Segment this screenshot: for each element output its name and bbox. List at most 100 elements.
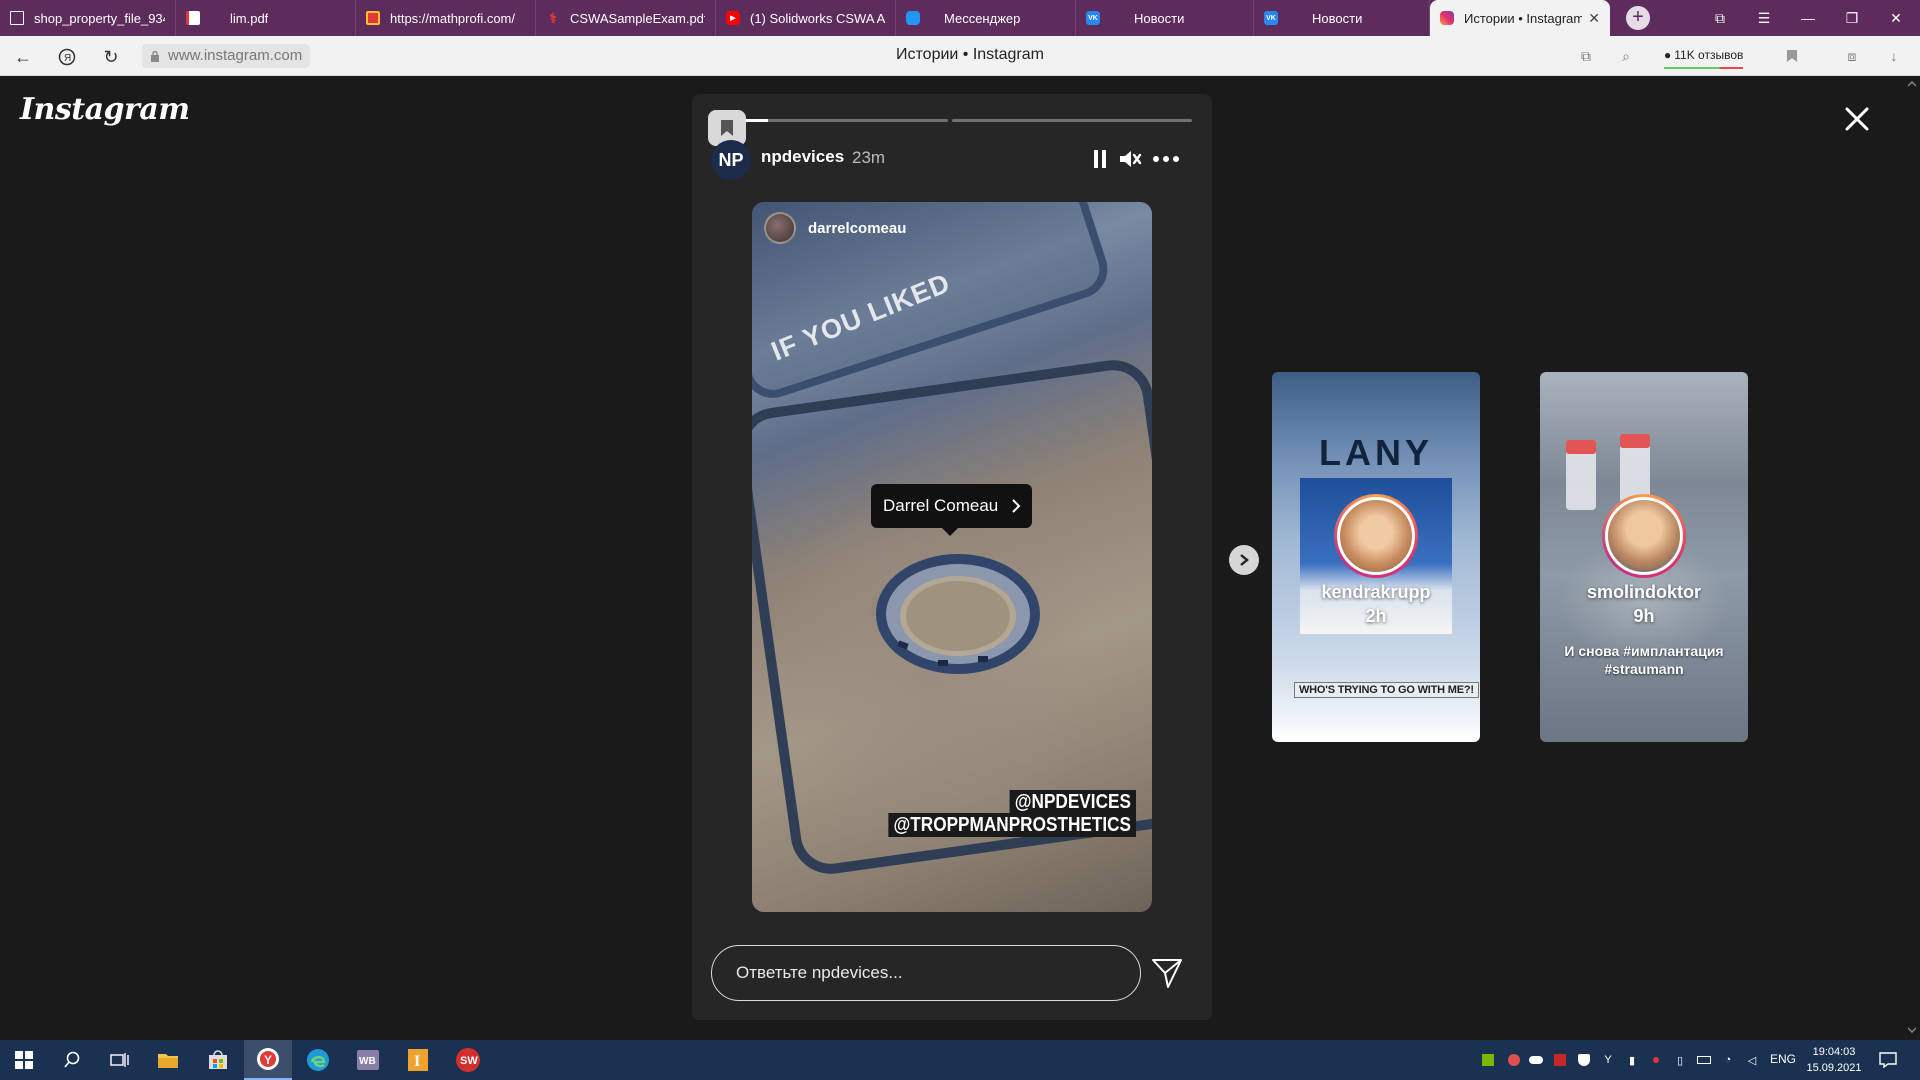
messenger-icon (906, 11, 920, 25)
minimize-button[interactable]: — (1786, 0, 1830, 36)
task-view-icon[interactable] (96, 1040, 144, 1080)
svg-text:SW: SW (460, 1055, 478, 1067)
input-language[interactable]: ENG (1770, 1052, 1796, 1066)
preview-time: 2h (1365, 606, 1387, 626)
more-options-icon[interactable] (1152, 146, 1180, 172)
browser-tab-strip: shop_property_file_934 lim.pdf https://m… (0, 0, 1920, 36)
next-story-button[interactable] (1229, 545, 1259, 575)
onedrive-icon[interactable] (1528, 1052, 1544, 1068)
story-preview[interactable]: smolindoktor 9h И снова #имплантация #st… (1540, 372, 1748, 742)
preview-caption: WHO'S TRYING TO GO WITH ME?! (1294, 682, 1479, 698)
download-icon[interactable]: ↓ (1884, 46, 1904, 66)
instagram-icon (1440, 11, 1454, 25)
restore-button[interactable]: ❐ (1830, 0, 1874, 36)
reviews-badge[interactable]: ● 11K отзывов (1664, 44, 1744, 69)
notifications-icon[interactable] (1878, 1052, 1898, 1068)
send-icon[interactable] (1150, 956, 1184, 990)
vk-icon: VK (1086, 11, 1100, 25)
browser-tab[interactable]: lim.pdf (176, 0, 356, 36)
avatar (1337, 497, 1415, 575)
preview-username: smolindoktor (1586, 582, 1701, 602)
wifi-icon[interactable]: ◔ (1720, 1052, 1736, 1068)
user-tag[interactable]: Darrel Comeau (871, 484, 1033, 536)
microphone-icon[interactable]: ▮ (1624, 1052, 1640, 1068)
story-media[interactable]: darrelcomeau IF YOU LIKED Darrel Comeau … (752, 202, 1152, 912)
original-author-username[interactable]: darrelcomeau (808, 220, 906, 237)
svg-text:WB: WB (359, 1056, 376, 1067)
app-i-icon[interactable]: I (394, 1040, 442, 1080)
taskbar: Y WB I SW Y ▮ ▯ ◔ ◁ ENG 19:04:03 15.09.2… (0, 1040, 1920, 1080)
yandex-tray-icon[interactable]: Y (1600, 1052, 1616, 1068)
shield-icon[interactable] (1576, 1052, 1592, 1068)
browser-tab[interactable]: https://mathprofi.com/ (356, 0, 536, 36)
battery-icon[interactable] (1696, 1052, 1712, 1068)
progress-segment (952, 119, 1192, 122)
mention-npdevices[interactable]: @NPDEVICES (1009, 790, 1136, 814)
browser-tab[interactable]: shop_property_file_934 (0, 0, 176, 36)
new-tab-button[interactable]: + (1626, 6, 1650, 30)
scrollbar[interactable] (1904, 76, 1920, 1038)
search-icon[interactable] (48, 1040, 96, 1080)
collections-icon[interactable]: ⧈ (1842, 46, 1862, 66)
svg-text:I: I (414, 1053, 420, 1070)
browser-tab[interactable]: ⚕ CSWASampleExam.pdf (536, 0, 716, 36)
edge-icon[interactable] (294, 1040, 342, 1080)
back-arrow-icon[interactable]: ← (10, 44, 36, 70)
pause-icon[interactable] (1086, 146, 1114, 172)
browser-tab[interactable]: ▶ (1) Solidworks CSWA A (716, 0, 896, 36)
menu-icon[interactable]: ☰ (1742, 0, 1786, 36)
instagram-logo[interactable]: Instagram (20, 92, 190, 127)
app-tray-icon[interactable] (1648, 1052, 1664, 1068)
svg-text:Я: Я (64, 53, 71, 64)
mention-troppmanprosthetics[interactable]: @TROPPMANPROSTHETICS (888, 813, 1136, 837)
scroll-up-icon[interactable] (1908, 80, 1916, 88)
avatar[interactable]: NP (711, 140, 751, 180)
nvidia-icon[interactable] (1480, 1052, 1496, 1068)
preview-caption: И снова #имплантация #straumann (1564, 643, 1724, 677)
wildberries-icon[interactable]: WB (344, 1040, 392, 1080)
yandex-icon[interactable]: Я (54, 44, 80, 70)
pdf-icon (186, 11, 200, 25)
app-tray-icon[interactable] (1552, 1052, 1568, 1068)
poster-title: LANY (1319, 432, 1433, 473)
browser-tab[interactable]: VK Новости (1254, 0, 1430, 36)
close-icon[interactable] (1842, 104, 1872, 134)
url-field[interactable]: www.instagram.com (142, 44, 311, 68)
story-username[interactable]: npdevices (761, 147, 844, 167)
usb-icon[interactable]: ▯ (1672, 1052, 1688, 1068)
close-tab-icon[interactable]: ✕ (1588, 10, 1600, 27)
original-author-avatar[interactable] (764, 212, 796, 244)
story-preview[interactable]: LANY kendrakrupp 2h WHO'S TRYING TO GO W… (1272, 372, 1480, 742)
start-icon[interactable] (0, 1040, 48, 1080)
scroll-down-icon[interactable] (1908, 1026, 1916, 1034)
lock-icon (151, 50, 159, 62)
browser-tab[interactable]: VK Новости (1076, 0, 1254, 36)
clock[interactable]: 19:04:03 15.09.2021 (1806, 1044, 1862, 1076)
bookmark-icon[interactable] (1782, 46, 1802, 66)
reply-input[interactable] (711, 945, 1141, 1001)
reload-icon[interactable]: ↻ (98, 44, 124, 70)
tabs-icon[interactable]: ⧉ (1698, 0, 1742, 36)
close-window-button[interactable]: ✕ (1874, 0, 1918, 36)
zoom-icon[interactable]: ⌕ (1616, 46, 1636, 66)
mute-icon[interactable] (1116, 146, 1144, 172)
preview-username: kendrakrupp (1321, 582, 1431, 602)
translate-icon[interactable]: ⧉ (1576, 46, 1596, 66)
story-avatar-ring (1334, 494, 1418, 578)
chevron-right-icon (1012, 499, 1021, 513)
ring-image (876, 554, 1040, 674)
file-explorer-icon[interactable] (144, 1040, 192, 1080)
store-icon[interactable] (194, 1040, 242, 1080)
page-title: Истории • Instagram (896, 46, 1044, 63)
vk-icon: VK (1264, 11, 1278, 25)
solidworks-icon[interactable]: SW (444, 1040, 492, 1080)
browser-tab[interactable]: Мессенджер (896, 0, 1076, 36)
volume-icon[interactable]: ◁ (1744, 1052, 1760, 1068)
avatar (1605, 497, 1683, 575)
address-bar: ← Я ↻ www.instagram.com Истории • Instag… (0, 36, 1920, 76)
yandex-browser-icon[interactable]: Y (244, 1040, 292, 1080)
youtube-icon: ▶ (726, 11, 740, 25)
browser-tab-active[interactable]: Истории • Instagram ✕ (1430, 0, 1610, 36)
story-time: 23m (852, 148, 886, 167)
app-tray-icon[interactable] (1506, 1052, 1522, 1068)
